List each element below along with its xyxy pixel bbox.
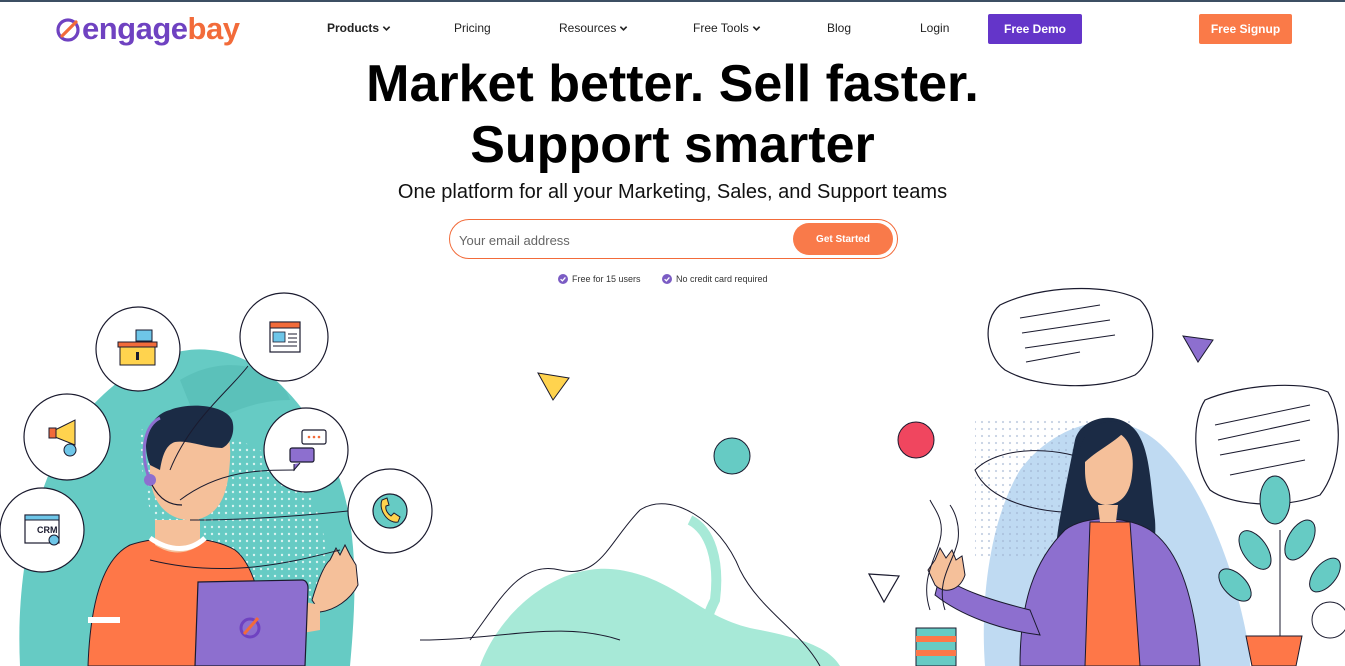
nav-pricing[interactable]: Pricing	[454, 21, 491, 35]
logo-text-bay: bay	[187, 11, 240, 46]
brand-logo[interactable]: engage bay	[55, 11, 240, 46]
chat-icon	[263, 407, 349, 493]
chevron-down-icon	[382, 25, 391, 31]
speech-bubble-2-icon	[1195, 384, 1339, 505]
check-circle-icon	[662, 274, 672, 284]
perk-no-credit-card: No credit card required	[662, 274, 768, 284]
desk-icon	[95, 306, 181, 392]
teal-dot	[713, 437, 751, 475]
get-started-button[interactable]: Get Started	[793, 223, 893, 255]
perk-free-users-text: Free for 15 users	[572, 274, 641, 284]
nav-free-tools-label: Free Tools	[693, 21, 749, 35]
chevron-down-icon	[620, 25, 628, 31]
hero-subheading: One platform for all your Marketing, Sal…	[397, 181, 948, 203]
nav-products[interactable]: Products	[327, 21, 391, 35]
crm-icon: CRM	[0, 487, 85, 573]
nav-login-label: Login	[920, 21, 950, 35]
logo-mark-icon	[56, 18, 80, 42]
phone-icon	[347, 468, 433, 554]
customer-woman-figure	[927, 417, 1201, 666]
coffee-mug	[915, 499, 959, 666]
free-signup-button[interactable]: Free Signup	[1199, 14, 1292, 44]
nav-free-tools[interactable]: Free Tools	[693, 21, 761, 35]
hero-headline-line2: Support smarter	[470, 116, 875, 174]
hero-headline: Market better. Sell faster. Support smar…	[0, 54, 1345, 176]
crm-label: CRM	[37, 525, 58, 535]
nav-pricing-label: Pricing	[454, 21, 491, 35]
top-navbar: engage bay Products Pricing Resources Fre…	[0, 2, 1345, 54]
nav-resources[interactable]: Resources	[559, 21, 628, 35]
nav-blog[interactable]: Blog	[827, 21, 851, 35]
plant-decoration	[1218, 475, 1345, 666]
perk-no-credit-card-text: No credit card required	[676, 274, 768, 284]
speech-bubble-icon	[987, 287, 1154, 387]
nav-products-label: Products	[327, 21, 380, 35]
red-dot	[897, 421, 935, 459]
free-demo-button[interactable]: Free Demo	[988, 14, 1082, 44]
center-hill	[419, 503, 840, 666]
email-input[interactable]	[457, 227, 781, 253]
right-blob	[975, 420, 1250, 666]
nav-login[interactable]: Login	[920, 21, 949, 35]
chevron-down-icon	[752, 25, 761, 31]
nav-blog-label: Blog	[827, 21, 852, 35]
check-circle-icon	[558, 274, 568, 284]
hero-headline-line1: Market better. Sell faster.	[366, 55, 979, 113]
logo-text-engage: engage	[82, 11, 188, 46]
outline-triangle	[867, 573, 901, 604]
signup-form: Get Started	[449, 219, 898, 259]
megaphone-icon	[23, 393, 111, 481]
nav-resources-label: Resources	[559, 21, 617, 35]
purple-triangle	[1182, 335, 1214, 363]
perk-free-users: Free for 15 users	[558, 274, 641, 284]
webpage-icon	[239, 292, 329, 382]
yellow-triangle	[537, 372, 570, 401]
